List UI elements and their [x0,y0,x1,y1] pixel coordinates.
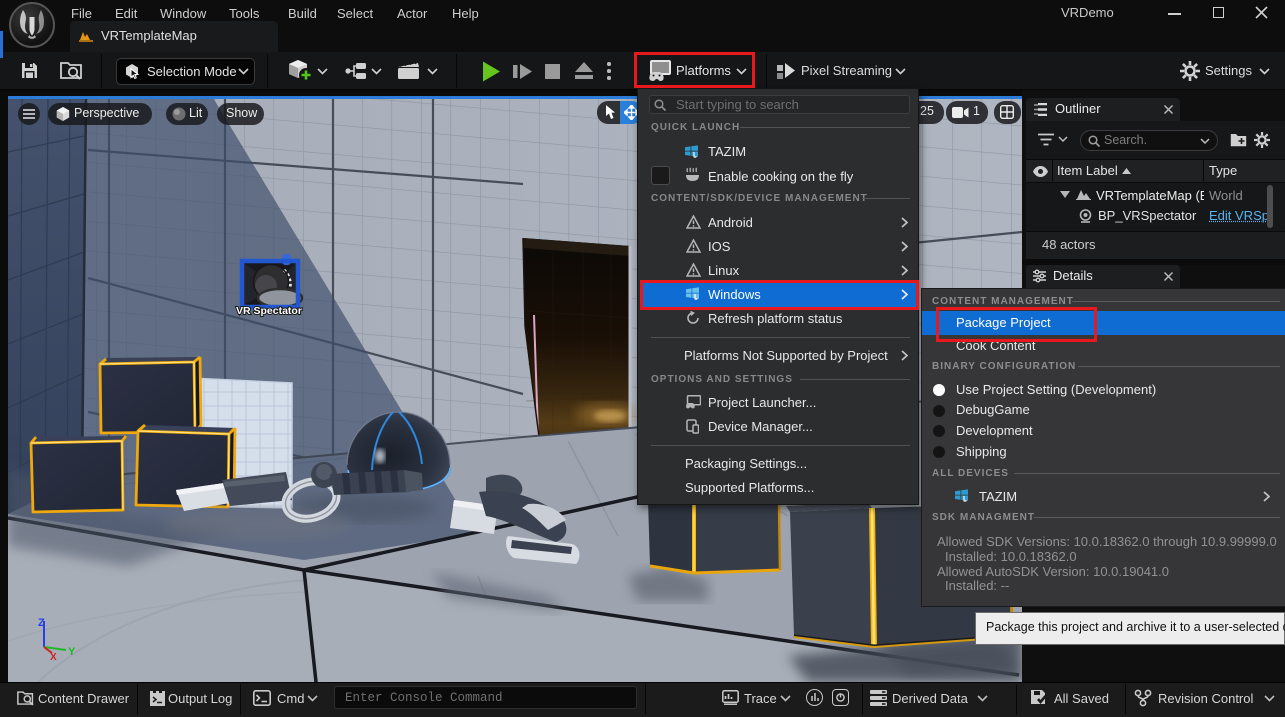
svg-text:Y: Y [68,646,76,658]
svg-text:Z: Z [38,617,45,629]
svg-text:VR Spectator: VR Spectator [236,305,302,317]
svg-text:X: X [50,652,57,663]
